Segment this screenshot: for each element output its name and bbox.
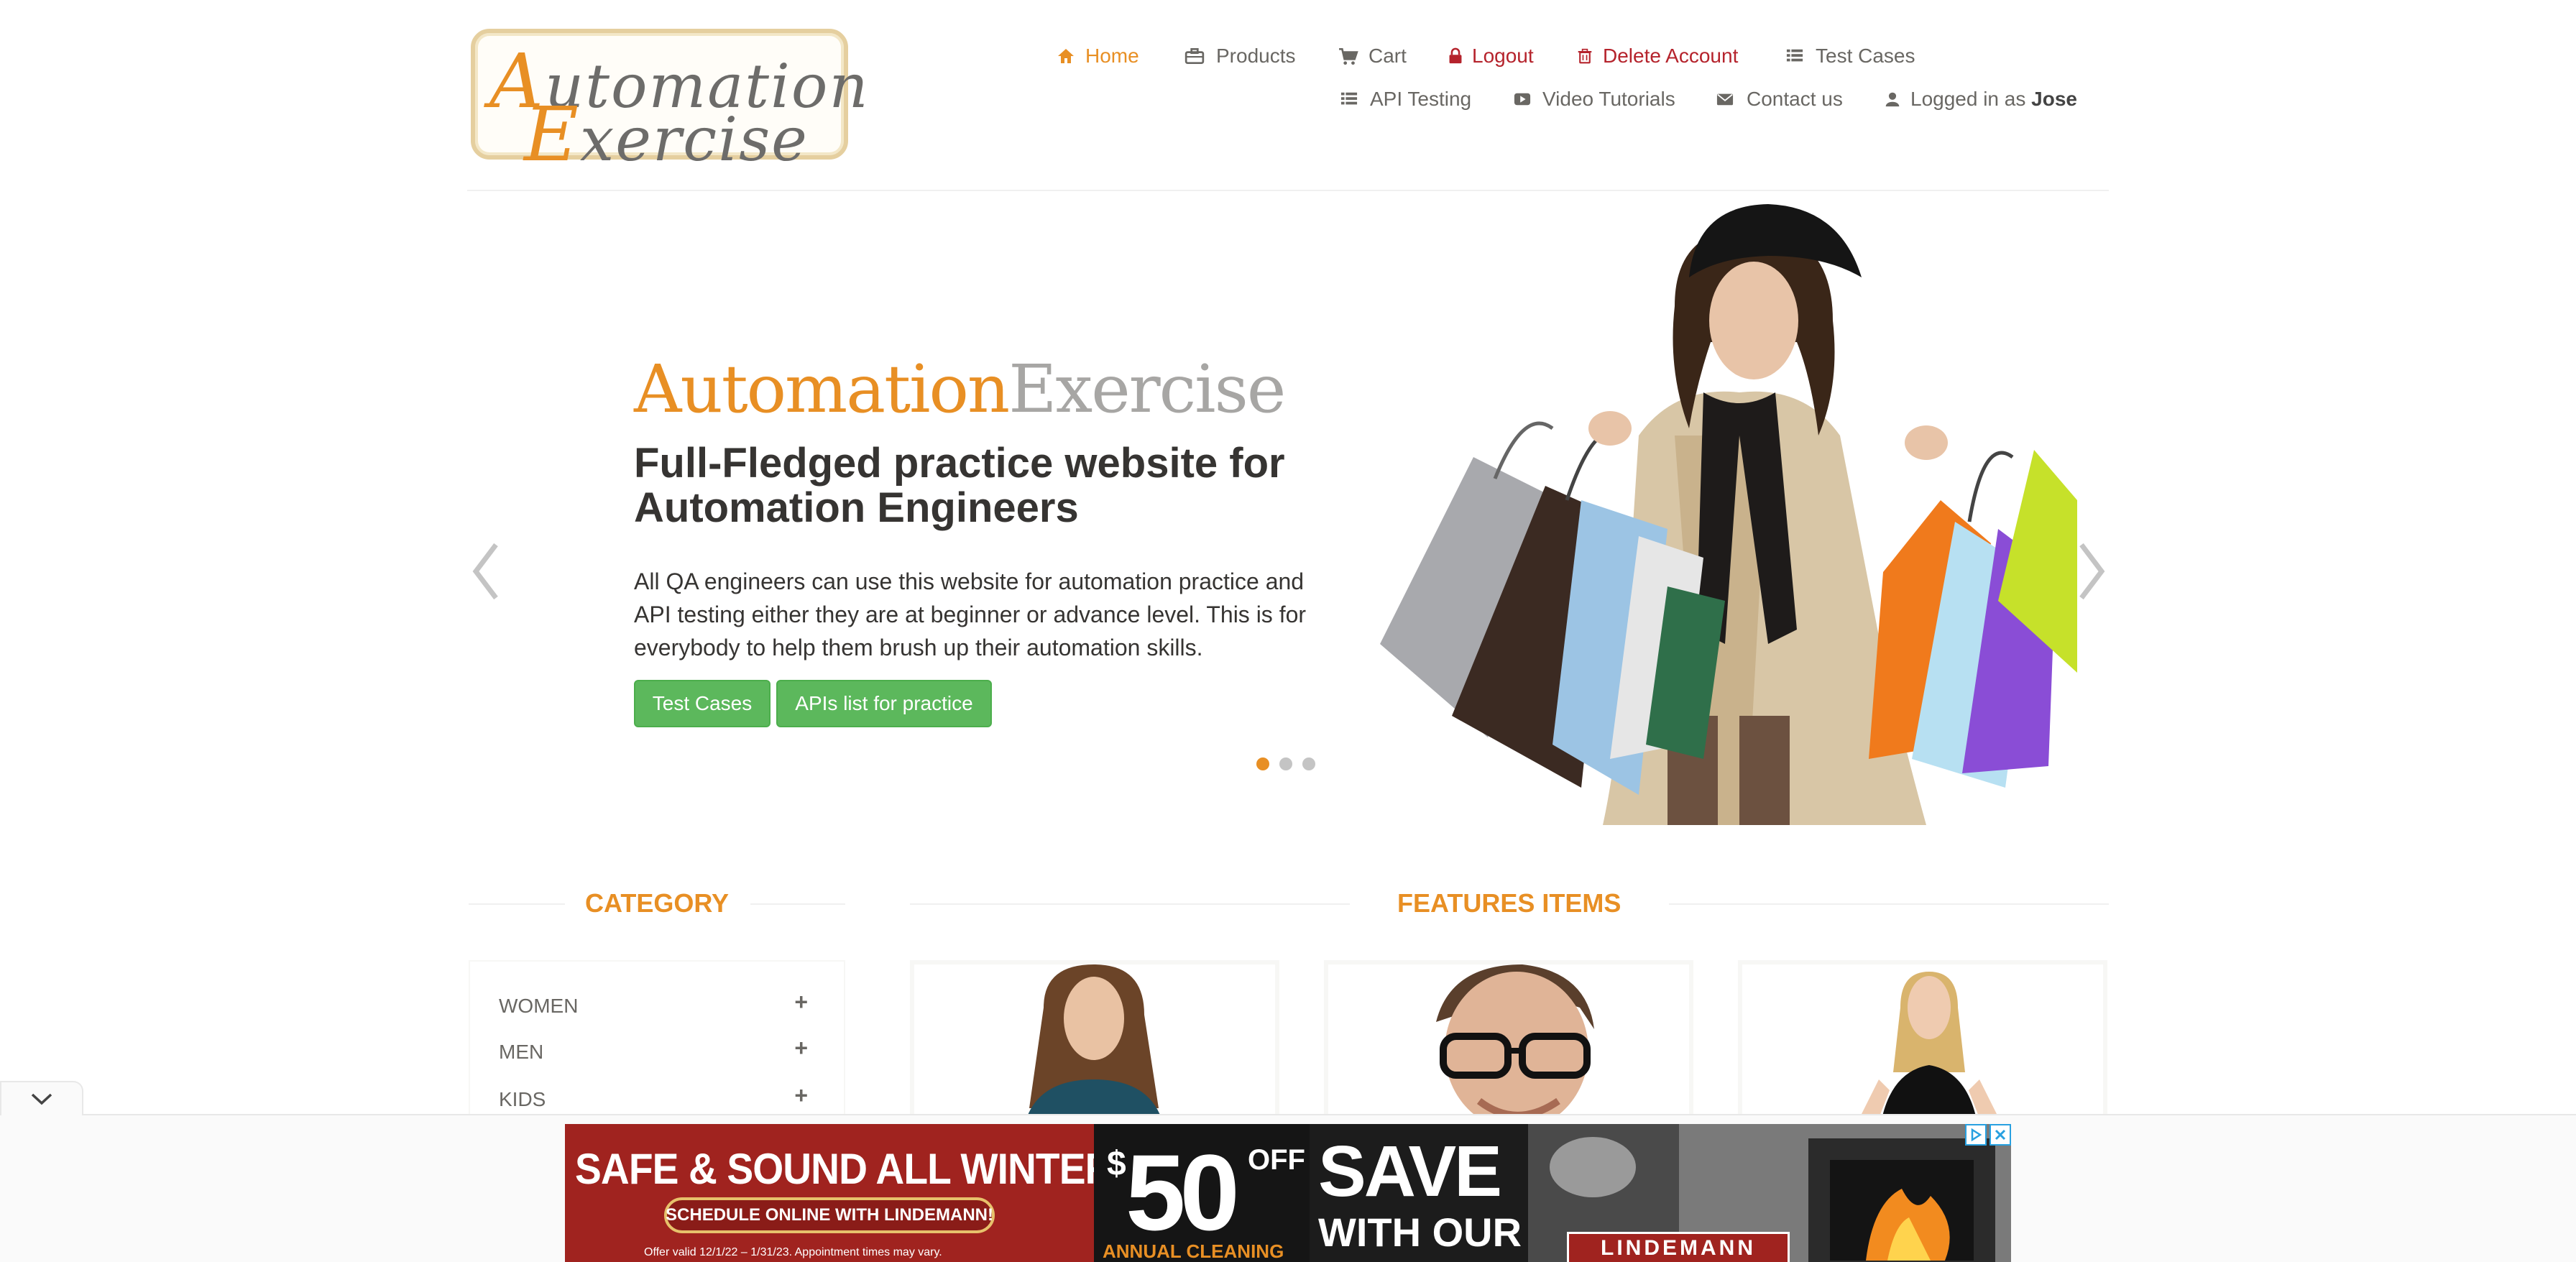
slider-dot-1[interactable] (1256, 757, 1269, 770)
category-panel: WOMEN + MEN + KIDS + (469, 960, 845, 1133)
ad-headline: SAFE & SOUND ALL WINTER (575, 1145, 1113, 1193)
ad-panel-discount: $ 50 OFF ANNUAL CLEANING (1094, 1124, 1310, 1262)
slider-indicators (1256, 757, 1315, 770)
ad-collapse-toggle[interactable] (0, 1081, 83, 1115)
nav-video-tutorials-label: Video Tutorials (1542, 88, 1675, 110)
list-icon (1786, 49, 1803, 62)
nav-logout[interactable]: Logout (1448, 45, 1534, 68)
adchoices-icon[interactable] (1965, 1124, 1987, 1146)
nav-contact-us-label: Contact us (1747, 88, 1843, 110)
product-image-woman-tanktop (1854, 972, 2004, 1128)
briefcase-icon (1184, 47, 1205, 65)
plus-icon[interactable]: + (794, 1035, 808, 1061)
nav-api-testing[interactable]: API Testing (1340, 88, 1471, 111)
nav-contact-us[interactable]: Contact us (1715, 88, 1843, 111)
slider-brand-exercise: Exercise (1008, 351, 1286, 428)
features-title: FEATURES ITEMS (1397, 888, 1622, 918)
ad-save: SAVE (1318, 1131, 1502, 1212)
category-label: WOMEN (499, 995, 579, 1017)
site-logo[interactable]: Automation Exercise (471, 29, 868, 178)
ad-panel-fireplace: LINDEMANN (1528, 1124, 2011, 1262)
cart-icon (1339, 47, 1358, 65)
nav-api-testing-label: API Testing (1370, 88, 1472, 110)
hero-model-image (1380, 204, 2077, 825)
test-cases-button[interactable]: Test Cases (634, 680, 770, 727)
product-image-man (1436, 964, 1594, 1128)
nav-home[interactable]: Home (1057, 45, 1139, 68)
ad-panel-safe-sound: SAFE & SOUND ALL WINTER SCHEDULE ONLINE … (565, 1124, 1113, 1262)
ad-brand-logo: LINDEMANN (1567, 1232, 1790, 1262)
features-title-line-right (1669, 903, 2109, 905)
ad-with-our: WITH OUR (1318, 1210, 1522, 1255)
youtube-play-icon (1514, 93, 1531, 106)
product-card[interactable] (1738, 960, 2107, 1133)
slider-brand-automation: Automation (634, 351, 1010, 428)
plus-icon[interactable]: + (794, 989, 808, 1015)
ad-amount: 50 (1126, 1132, 1240, 1253)
ad-off: OFF (1248, 1144, 1305, 1176)
logo-cap-e: E (524, 91, 580, 178)
slider-brand: AutomationExercise (634, 351, 1286, 428)
nav-delete-account[interactable]: Delete Account (1577, 45, 1738, 68)
nav-cart-label: Cart (1368, 45, 1407, 67)
category-title-line-left (469, 903, 565, 905)
ad-fine-print: Offer valid 12/1/22 – 1/31/23. Appointme… (644, 1246, 942, 1258)
plus-icon[interactable]: + (794, 1082, 808, 1109)
features-title-line-left (910, 903, 1350, 905)
nav-products[interactable]: Products (1184, 45, 1296, 68)
ad-dollar: $ (1107, 1145, 1126, 1183)
nav-products-label: Products (1216, 45, 1296, 67)
ad-panel-save: SAVE WITH OUR (1310, 1124, 1528, 1262)
nav-delete-account-label: Delete Account (1603, 45, 1739, 67)
category-title: CATEGORY (585, 888, 730, 918)
nav-cart[interactable]: Cart (1338, 45, 1407, 68)
header-divider (467, 190, 2109, 191)
nav-video-tutorials[interactable]: Video Tutorials (1512, 88, 1675, 111)
category-label: MEN (499, 1041, 544, 1063)
apis-list-button[interactable]: APIs list for practice (776, 680, 992, 727)
product-image-woman (1024, 964, 1164, 1128)
slider-dot-3[interactable] (1302, 757, 1315, 770)
user-icon (1885, 92, 1900, 107)
slider-dot-2[interactable] (1279, 757, 1292, 770)
product-card[interactable] (910, 960, 1279, 1133)
advertisement[interactable]: SAFE & SOUND ALL WINTER SCHEDULE ONLINE … (565, 1124, 2011, 1262)
slider-prev-arrow-icon[interactable] (467, 539, 503, 604)
close-icon[interactable] (1990, 1124, 2011, 1146)
nav-test-cases[interactable]: Test Cases (1785, 45, 1915, 68)
category-title-line-right (750, 903, 845, 905)
lock-icon (1449, 47, 1462, 64)
slider-description: All QA engineers can use this website fo… (634, 568, 1307, 660)
nav-logged-in: Logged in as Jose (1885, 88, 2077, 111)
logo-text-2: xercise (579, 104, 809, 175)
nav-test-cases-label: Test Cases (1816, 45, 1915, 67)
product-card[interactable] (1324, 960, 1693, 1133)
category-label: KIDS (499, 1088, 546, 1110)
chevron-down-icon (31, 1093, 52, 1105)
ad-annual-cleaning: ANNUAL CLEANING (1103, 1240, 1284, 1262)
nav-logout-label: Logout (1472, 45, 1534, 67)
slider-title: Full-Fledged practice website for Automa… (634, 440, 1285, 531)
logged-in-prefix: Logged in as (1910, 88, 2026, 110)
logo-line-2: Exercise (524, 91, 809, 178)
home-icon (1058, 49, 1074, 63)
nav-home-label: Home (1085, 45, 1139, 67)
logged-in-username: Jose (2031, 88, 2077, 110)
ad-schedule-button[interactable]: SCHEDULE ONLINE WITH LINDEMANN! (664, 1197, 995, 1233)
ad-controls (1965, 1124, 2011, 1146)
list-icon (1340, 92, 1358, 105)
slider-next-arrow-icon[interactable] (2074, 539, 2110, 604)
trash-icon (1578, 48, 1592, 64)
envelope-icon (1716, 93, 1734, 106)
